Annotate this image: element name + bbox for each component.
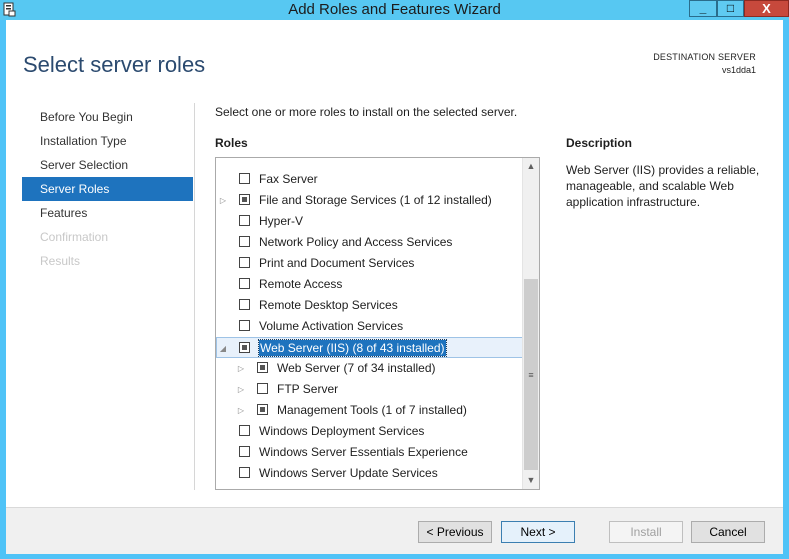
role-row-windows-deployment[interactable]: Windows Deployment Services (216, 421, 523, 442)
collapse-arrow-icon[interactable]: ◢ (218, 338, 228, 359)
nav-item-confirmation: Confirmation (40, 230, 109, 244)
checkbox[interactable] (239, 342, 250, 353)
nav-item-server-selection[interactable]: Server Selection (22, 153, 193, 177)
install-button[interactable]: Install (609, 521, 683, 543)
checkbox[interactable] (257, 404, 268, 415)
role-row-network-policy[interactable]: Network Policy and Access Services (216, 232, 523, 253)
checkbox[interactable] (239, 215, 250, 226)
expand-arrow-icon[interactable]: ▷ (236, 400, 246, 421)
role-label: Network Policy and Access Services (259, 235, 453, 249)
roles-scrollbar[interactable]: ▲ ≡ ▼ (522, 158, 539, 489)
role-label: Hyper-V (259, 214, 304, 228)
close-icon: X (762, 1, 771, 16)
nav-item-before-you-begin[interactable]: Before You Begin (22, 105, 193, 129)
checkbox[interactable] (239, 236, 250, 247)
roles-heading: Roles (215, 136, 248, 150)
checkbox[interactable] (239, 467, 250, 478)
description-text: Web Server (IIS) provides a reliable, ma… (566, 163, 760, 209)
minimize-icon: _ (699, 1, 707, 15)
role-label: Remote Desktop Services (259, 298, 398, 312)
role-row-fax-server[interactable]: Fax Server (216, 169, 523, 190)
checkbox[interactable] (257, 362, 268, 373)
role-label: Windows Deployment Services (259, 424, 425, 438)
role-row-remote-desktop[interactable]: Remote Desktop Services (216, 295, 523, 316)
role-row-volume-activation[interactable]: Volume Activation Services (216, 316, 523, 337)
cancel-button[interactable]: Cancel (691, 521, 765, 543)
role-label: Volume Activation Services (259, 319, 404, 333)
expand-arrow-icon[interactable]: ▷ (218, 190, 228, 211)
role-label: Fax Server (259, 172, 318, 186)
role-row-essentials-experience[interactable]: Windows Server Essentials Experience (216, 442, 523, 463)
role-label: Remote Access (259, 277, 343, 291)
checkbox[interactable] (239, 299, 250, 310)
maximize-icon: □ (726, 1, 735, 15)
checkbox[interactable] (239, 194, 250, 205)
role-row-web-server[interactable]: ▷ Web Server (7 of 34 installed) (216, 358, 523, 379)
description-heading: Description (566, 136, 633, 150)
expand-arrow-icon[interactable]: ▷ (236, 358, 246, 379)
page-title: Select server roles (23, 52, 206, 77)
role-row-ftp-server[interactable]: ▷ FTP Server (216, 379, 523, 400)
grip-icon: ≡ (528, 370, 534, 380)
role-row-file-storage[interactable]: ▷ File and Storage Services (1 of 12 ins… (216, 190, 523, 211)
scroll-down-icon[interactable]: ▼ (523, 472, 539, 489)
checkbox[interactable] (239, 257, 250, 268)
previous-button[interactable]: < Previous (418, 521, 492, 543)
role-row-hyper-v[interactable]: Hyper-V (216, 211, 523, 232)
role-label: FTP Server (277, 382, 339, 396)
role-row-management-tools[interactable]: ▷ Management Tools (1 of 7 installed) (216, 400, 523, 421)
role-row-print-document[interactable]: Print and Document Services (216, 253, 523, 274)
scrollbar-thumb[interactable]: ≡ (524, 279, 538, 470)
role-row-web-server-iis[interactable]: ◢ Web Server (IIS) (8 of 43 installed) (216, 337, 523, 358)
role-row-remote-access[interactable]: Remote Access (216, 274, 523, 295)
checkbox[interactable] (239, 320, 250, 331)
nav-item-features[interactable]: Features (22, 201, 193, 225)
nav-item-installation-type[interactable]: Installation Type (22, 129, 193, 153)
checkbox[interactable] (239, 173, 250, 184)
roles-list[interactable]: Fax Server ▷ File and Storage Services (… (215, 157, 540, 490)
destination-server-label: DESTINATION SERVER (653, 52, 756, 62)
title-bar: Add Roles and Features Wizard _ □ X (0, 0, 789, 20)
role-label: File and Storage Services (1 of 12 insta… (259, 193, 492, 207)
role-row-update-services[interactable]: Windows Server Update Services (216, 463, 523, 484)
instruction-text: Select one or more roles to install on t… (215, 105, 518, 119)
role-label: Management Tools (1 of 7 installed) (277, 403, 467, 417)
role-label: Web Server (IIS) (8 of 43 installed) (258, 339, 447, 357)
window-title: Add Roles and Features Wizard (288, 1, 501, 18)
expand-arrow-icon[interactable]: ▷ (236, 379, 246, 400)
maximize-button[interactable]: □ (717, 0, 744, 17)
nav-item-results: Results (40, 254, 81, 268)
role-label: Windows Server Essentials Experience (259, 445, 468, 459)
role-label: Windows Server Update Services (259, 466, 438, 480)
checkbox[interactable] (239, 446, 250, 457)
next-button[interactable]: Next > (501, 521, 575, 543)
nav-divider (194, 103, 195, 490)
checkbox[interactable] (257, 383, 268, 394)
destination-server-name: vs1dda1 (721, 65, 756, 75)
role-label: Web Server (7 of 34 installed) (277, 361, 436, 375)
close-button[interactable]: X (744, 0, 789, 17)
minimize-button[interactable]: _ (689, 0, 717, 17)
checkbox[interactable] (239, 425, 250, 436)
checkbox[interactable] (239, 278, 250, 289)
scroll-up-icon[interactable]: ▲ (523, 158, 539, 175)
role-label: Print and Document Services (259, 256, 415, 270)
nav-item-server-roles[interactable]: Server Roles (22, 177, 193, 201)
